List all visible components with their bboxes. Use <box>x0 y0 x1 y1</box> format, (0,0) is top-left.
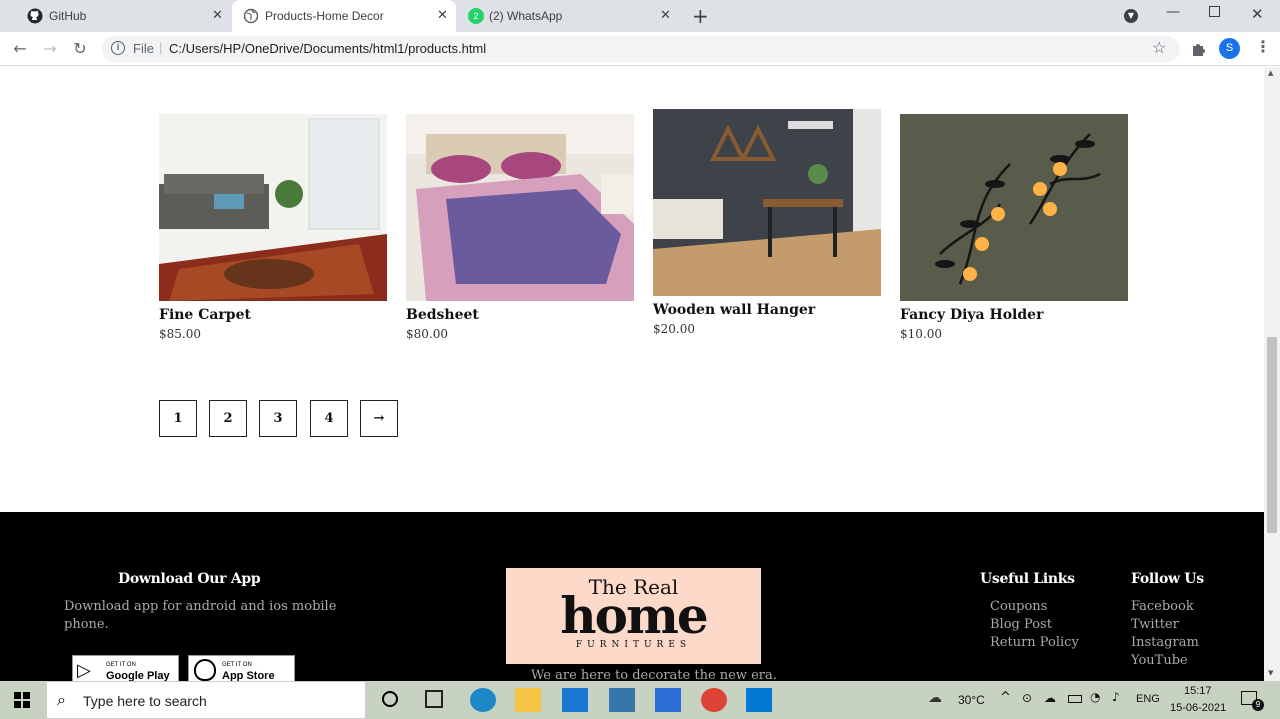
forward-arrow-icon[interactable]: → <box>40 39 60 59</box>
tab-title: GitHub <box>49 9 87 23</box>
page-1-button[interactable]: 1 <box>159 400 197 437</box>
meet-icon[interactable]: ⊙ <box>1022 691 1032 705</box>
product-image-wall-hanger <box>653 109 881 296</box>
new-tab-icon[interactable]: + <box>692 4 709 28</box>
search-placeholder: Type here to search <box>83 693 207 709</box>
footer-link[interactable]: Instagram <box>1131 635 1199 650</box>
product-image-carpet <box>159 114 387 301</box>
tab-search-icon[interactable]: ▼ <box>1124 9 1138 23</box>
page-3-button[interactable]: 3 <box>259 400 297 437</box>
cortana-icon[interactable] <box>382 691 398 707</box>
tray-chevron-up-icon[interactable]: ^ <box>1000 690 1011 705</box>
product-price: $10.00 <box>900 327 942 341</box>
temperature: 30°C <box>958 693 985 707</box>
google-play-badge[interactable]: ▷ GET IT ON Google Play <box>72 655 179 681</box>
product-name[interactable]: Bedsheet <box>406 307 479 323</box>
product-price: $85.00 <box>159 327 201 341</box>
product-image-diya-holder <box>900 114 1128 301</box>
product-price: $80.00 <box>406 327 448 341</box>
footer-link[interactable]: Twitter <box>1131 617 1179 632</box>
apple-icon <box>194 659 216 681</box>
search-icon: ⌕ <box>57 690 66 709</box>
restore-icon[interactable] <box>1209 6 1220 17</box>
battery-icon[interactable] <box>1068 695 1082 703</box>
download-app-text: Download app for android and ios mobile <box>64 599 337 614</box>
wifi-icon[interactable]: ◔ <box>1090 690 1100 704</box>
tab-whatsapp[interactable]: 2 (2) WhatsApp ✕ <box>458 0 680 32</box>
useful-links-heading: Useful Links <box>980 571 1075 587</box>
chrome-icon[interactable] <box>701 688 727 712</box>
scroll-down-icon[interactable]: ▼ <box>1268 669 1273 677</box>
footer-link[interactable]: Return Policy <box>990 635 1079 650</box>
google-play-icon: ▷ <box>77 660 91 681</box>
extensions-puzzle-icon[interactable] <box>1191 41 1207 57</box>
page-2-button[interactable]: 2 <box>209 400 247 437</box>
clock-date[interactable]: 15-06-2021 <box>1170 702 1226 714</box>
profile-avatar[interactable]: S <box>1219 38 1240 59</box>
tab-strip: GitHub ✕ Products-Home Decor ✕ 2 (2) Wha… <box>0 0 1280 32</box>
browser-toolbar: ← → ↻ i File | C:/Users/HP/OneDrive/Docu… <box>0 32 1280 66</box>
python-icon[interactable] <box>609 688 635 712</box>
close-icon[interactable]: ✕ <box>437 8 448 23</box>
notification-count-badge: 9 <box>1252 699 1264 711</box>
edge-icon[interactable] <box>470 688 496 712</box>
wps-writer-icon[interactable] <box>655 688 681 712</box>
scrollbar-thumb[interactable] <box>1267 337 1277 533</box>
footer-link[interactable]: YouTube <box>1131 653 1188 668</box>
brand-logo: The Real home FURNITURES <box>506 568 761 664</box>
windows-taskbar: ⌕ Type here to search ☁ 30°C ^ ⊙ ☁ ◔ ♪ E… <box>0 681 1280 719</box>
tab-products-home-decor[interactable]: Products-Home Decor ✕ <box>232 0 456 32</box>
file-explorer-icon[interactable] <box>515 688 541 712</box>
product-name[interactable]: Wooden wall Hanger <box>653 302 815 318</box>
onedrive-icon[interactable]: ☁ <box>1044 691 1056 705</box>
product-image-bedsheet <box>406 114 634 301</box>
address-bar[interactable]: i File | C:/Users/HP/OneDrive/Documents/… <box>102 36 1180 62</box>
address-divider: | <box>159 40 163 55</box>
page-4-button[interactable]: 4 <box>310 400 348 437</box>
windows-start-icon[interactable] <box>14 692 30 708</box>
close-window-icon[interactable]: ✕ <box>1251 5 1264 23</box>
download-app-text: phone. <box>64 617 109 632</box>
footer-link[interactable]: Coupons <box>990 599 1047 614</box>
tab-title: (2) WhatsApp <box>489 9 563 23</box>
input-language[interactable]: ENG <box>1136 693 1160 705</box>
task-view-icon[interactable] <box>425 690 443 708</box>
page-scrollbar[interactable]: ▲ ▼ <box>1264 67 1280 681</box>
footer-tagline: We are here to decorate the new era. <box>531 668 777 681</box>
weather-icon[interactable]: ☁ <box>928 690 942 706</box>
close-icon[interactable]: ✕ <box>660 8 671 23</box>
tab-title: Products-Home Decor <box>265 9 384 23</box>
vscode-icon[interactable] <box>746 688 772 712</box>
globe-icon <box>243 8 259 24</box>
reload-icon[interactable]: ↻ <box>70 39 90 59</box>
footer-link[interactable]: Blog Post <box>990 617 1052 632</box>
address-url[interactable]: C:/Users/HP/OneDrive/Documents/html1/pro… <box>169 41 486 56</box>
app-store-badge[interactable]: GET IT ON App Store <box>188 655 295 681</box>
close-icon[interactable]: ✕ <box>212 8 223 23</box>
github-icon <box>27 8 43 24</box>
tab-github[interactable]: GitHub ✕ <box>8 0 232 32</box>
back-arrow-icon[interactable]: ← <box>10 39 30 59</box>
clock-time[interactable]: 15:17 <box>1184 685 1212 697</box>
taskbar-search-box[interactable]: ⌕ Type here to search <box>46 681 366 719</box>
next-page-button[interactable]: → <box>360 400 398 437</box>
mail-icon[interactable] <box>562 688 588 712</box>
minimize-icon[interactable]: — <box>1166 4 1180 20</box>
whatsapp-icon: 2 <box>468 8 484 24</box>
footer: Download Our App Download app for androi… <box>0 512 1264 681</box>
address-scheme: File <box>133 41 154 56</box>
product-name[interactable]: Fine Carpet <box>159 307 251 323</box>
bookmark-star-icon[interactable]: ☆ <box>1152 38 1166 58</box>
scroll-up-icon[interactable]: ▲ <box>1268 69 1273 77</box>
product-name[interactable]: Fancy Diya Holder <box>900 307 1043 323</box>
page-content: Fine Carpet $85.00 Bedsheet $80.00 Woode… <box>0 67 1264 681</box>
footer-link[interactable]: Facebook <box>1131 599 1194 614</box>
product-price: $20.00 <box>653 322 695 336</box>
menu-dots-icon[interactable]: ⋮ <box>1255 37 1271 56</box>
info-icon[interactable]: i <box>111 41 125 55</box>
download-app-heading: Download Our App <box>118 571 261 587</box>
follow-us-heading: Follow Us <box>1131 571 1204 587</box>
volume-icon[interactable]: ♪ <box>1112 690 1120 704</box>
